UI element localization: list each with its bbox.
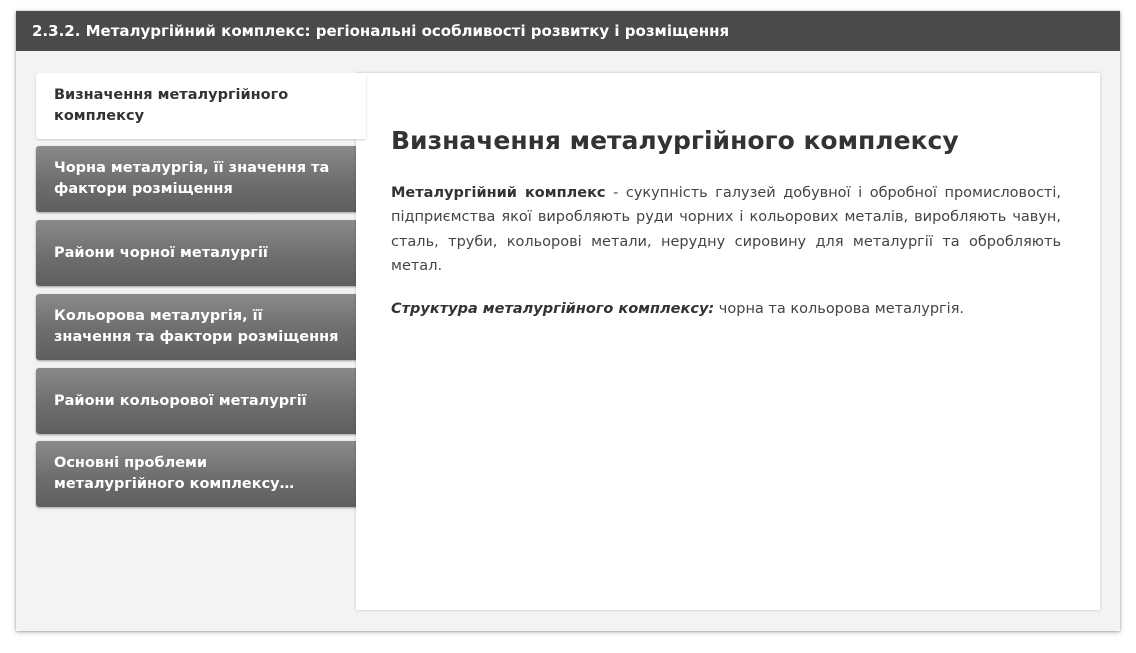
tab-ferrous-regions[interactable]: Райони чорної металургії xyxy=(36,220,358,286)
structure-label: Структура металургійного комплексу: xyxy=(391,301,715,318)
tab-main-problems[interactable]: Основні проблеми металургійного комплекс… xyxy=(36,441,358,507)
tab-nonferrous-metallurgy[interactable]: Кольорова металургія, її значення та фак… xyxy=(36,294,358,360)
structure-paragraph: Структура металургійного комплексу: чорн… xyxy=(391,297,1061,321)
definition-paragraph: Металургійний комплекс - сукупність галу… xyxy=(391,181,1061,278)
tab-label: Райони чорної металургії xyxy=(54,244,268,261)
tab-label: Визначення металургійного комплексу xyxy=(54,87,289,124)
tab-ferrous-metallurgy[interactable]: Чорна металургія, її значення та фактори… xyxy=(36,146,358,212)
content-panel: Визначення металургійного комплексу Мета… xyxy=(356,73,1100,610)
slide-container: 2.3.2. Металургійний комплекс: регіональ… xyxy=(16,11,1120,631)
content-body: Визначення металургійного комплексу Мета… xyxy=(391,125,1061,321)
definition-term: Металургійний комплекс xyxy=(391,185,606,201)
content-title: Визначення металургійного комплексу xyxy=(391,126,959,155)
tab-label: Чорна металургія, її значення та фактори… xyxy=(54,160,330,197)
structure-text: чорна та кольорова металургія. xyxy=(714,301,965,318)
tab-label: Основні проблеми металургійного комплекс… xyxy=(54,455,280,492)
tab-label: Райони кольорової металургії xyxy=(54,392,307,409)
page-title: 2.3.2. Металургійний комплекс: регіональ… xyxy=(16,11,1120,51)
tab-label: Кольорова металургія, її значення та фак… xyxy=(54,308,339,345)
tab-definition[interactable]: Визначення металургійного комплексу xyxy=(36,73,366,139)
tab-nonferrous-regions[interactable]: Райони кольорової металургії xyxy=(36,368,358,434)
